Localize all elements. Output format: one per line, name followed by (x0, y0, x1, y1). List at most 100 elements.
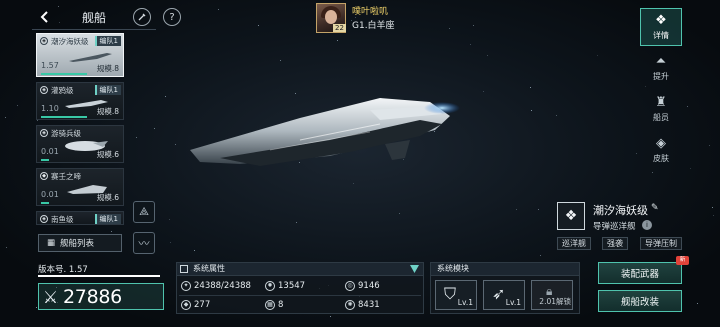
ship-card-0[interactable]: ◈ 潮汐海妖级 编队1 1.57 规模.8 (36, 33, 124, 77)
star (636, 153, 637, 154)
star (280, 60, 281, 61)
ship-model[interactable] (180, 80, 470, 230)
ship-version: 1.57 (41, 61, 59, 70)
star (516, 209, 517, 210)
panel-title: 系统模块 (437, 264, 469, 273)
shield-icon: ◆ (40, 172, 48, 180)
panel-title: 系统属性 (193, 264, 225, 273)
wave-button[interactable]: 〰 (133, 232, 155, 254)
info-icon[interactable]: i (642, 220, 652, 230)
upgrade-icon: ⏶ (655, 53, 667, 69)
brush-icon (138, 13, 146, 21)
shield-icon: ◆ (181, 300, 191, 310)
paint-button[interactable] (133, 8, 151, 26)
tab-label: 提升 (653, 71, 669, 81)
attributes-icon (180, 265, 188, 273)
help-button[interactable]: ? (163, 8, 181, 26)
star (530, 87, 531, 88)
module-unlock-text: 2.01解锁 (539, 297, 571, 306)
module-level: Lv.1 (505, 298, 521, 307)
ship-emblem-icon: ❖ (564, 208, 578, 224)
module-slot-1[interactable]: ⛉ Lv.1 (435, 280, 477, 310)
chevron-left-icon (40, 11, 48, 23)
star (37, 120, 38, 121)
skin-icon: ◈ (656, 135, 666, 151)
stat-speed: ✺ 8431 (345, 300, 380, 310)
ship-name: 赛壬之啼 (51, 172, 81, 181)
tab-label: 皮肤 (653, 153, 669, 163)
star (538, 209, 539, 210)
star (330, 316, 331, 317)
fleet-icon: ⟁ (139, 205, 149, 218)
ship-card-1[interactable]: ◈ 灌鸦级 编队1 1.10 规模.8 (36, 82, 124, 120)
equip-weapons-button[interactable]: 装配武器 (598, 262, 682, 284)
ship-title: 潮汐海妖级 (593, 204, 648, 217)
cruiser-icon: ◈ (40, 86, 48, 94)
module-slot-3[interactable]: 🔒︎ 2.01解锁 (531, 280, 573, 310)
page-title: 舰船 (82, 11, 107, 25)
ship-tag: 巡洋舰 (557, 237, 591, 250)
star (597, 55, 598, 56)
combat-power: ⚔ 27886 (38, 283, 164, 310)
star (337, 40, 338, 41)
ship-card-3[interactable]: ◆ 赛壬之啼 0.01 规模.6 (36, 168, 124, 206)
panel-header: 系统模块 (431, 263, 579, 276)
stat-shield: ◆ 277 (181, 300, 210, 310)
ship-progress-bar (41, 116, 87, 118)
ship-name: 灌鸦级 (51, 86, 74, 95)
ship-name: 潮汐海妖级 (51, 37, 89, 46)
module-slot-2[interactable]: ➶ Lv.1 (483, 280, 525, 310)
stat-firepower: ✹ 13547 (265, 281, 305, 291)
ship-card-4[interactable]: ◈ 南鱼级 编队1 (36, 211, 124, 225)
ship-progress-bar (41, 159, 49, 161)
cruiser-icon: ◈ (40, 37, 48, 45)
star (170, 242, 171, 243)
ship-tag: 导弹压制 (640, 237, 682, 250)
star (697, 303, 698, 304)
ship-card-2[interactable]: ◈ 游骑兵级 0.01 规模.6 (36, 125, 124, 163)
star (59, 22, 60, 23)
star (556, 115, 557, 116)
question-icon: ? (169, 11, 175, 23)
stat-value: 8 (278, 300, 284, 310)
star (136, 137, 137, 138)
button-label: 装配武器 (620, 269, 659, 280)
ship-list-button[interactable]: ▦ 舰船列表 (38, 234, 122, 252)
star (169, 219, 170, 220)
tab-details[interactable]: ❖ 详情 (640, 8, 682, 46)
tab-crew[interactable]: ♜ 船员 (640, 90, 682, 128)
speed-icon: ✺ (345, 300, 355, 310)
ship-name: 游骑兵级 (51, 129, 81, 138)
star (709, 145, 710, 146)
fleet-badge: 编队1 (94, 214, 121, 224)
crossed-swords-icon: ⚔ (43, 288, 59, 308)
armor-icon: ✦ (181, 281, 191, 291)
ship-scale: 规模.8 (96, 107, 119, 116)
fleet-badge: 编队1 (94, 36, 121, 46)
player-name: 噗叶啦叽 (352, 7, 389, 17)
fleet-filter-button[interactable]: ⟁ (133, 201, 155, 223)
star (690, 168, 691, 169)
tab-label: 详情 (653, 30, 669, 40)
stat-value: 24388/24388 (194, 281, 251, 291)
star (652, 172, 653, 173)
stat-value: 13547 (278, 281, 306, 291)
edit-icon[interactable]: ✎ (651, 203, 659, 213)
module-level: Lv.1 (457, 298, 473, 307)
ship-modify-button[interactable]: 舰船改装 (598, 290, 682, 312)
stat-value: 277 (194, 300, 211, 310)
tab-skin[interactable]: ◈ 皮肤 (640, 131, 682, 169)
star (154, 128, 155, 129)
tab-upgrade[interactable]: ⏶ 提升 (640, 49, 682, 87)
ship-class-emblem: ❖ (557, 202, 585, 230)
star (218, 9, 219, 10)
level-badge: 22 (333, 24, 346, 32)
tab-label: 船员 (653, 112, 669, 122)
ship-scale: 规模.8 (96, 64, 119, 73)
panel-header: 系统属性 (177, 263, 423, 276)
ship-tag: 强袭 (602, 237, 628, 250)
chevron-down-icon[interactable] (410, 265, 419, 273)
star (540, 255, 541, 256)
missile-module-icon: ➶ (492, 284, 506, 303)
back-button[interactable] (36, 8, 54, 26)
